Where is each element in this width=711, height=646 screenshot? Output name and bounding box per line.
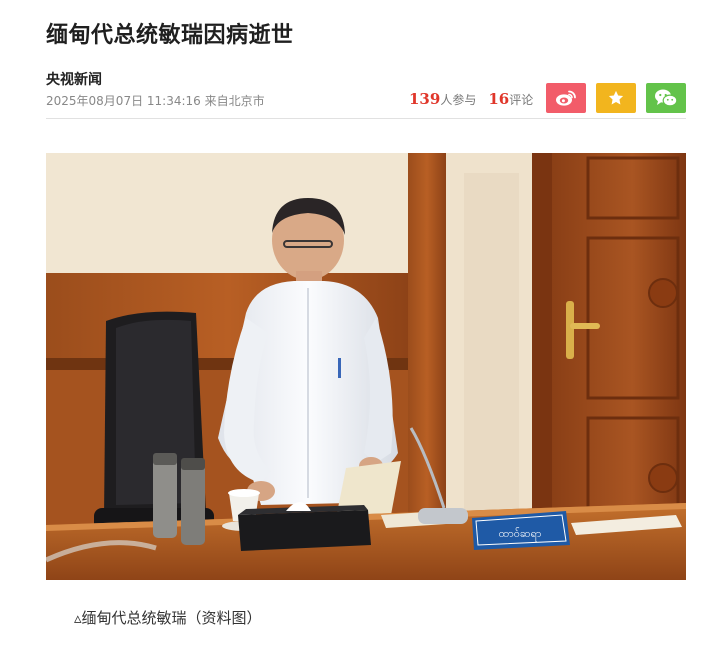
article-source[interactable]: 央视新闻: [46, 69, 102, 89]
share-wechat-button[interactable]: [646, 83, 686, 113]
photo-caption: ▵缅甸代总统敏瑞（资料图）: [74, 609, 262, 627]
photo-illustration: ထာဝ်ဆရာ: [46, 153, 686, 580]
article-stats: 139 人参与 16 评论: [409, 90, 533, 108]
header-divider: [46, 118, 686, 119]
wechat-icon: [655, 89, 678, 107]
participants-count[interactable]: 139: [409, 90, 440, 108]
star-icon: [608, 90, 624, 105]
share-weibo-button[interactable]: [546, 83, 586, 113]
nameplate-text: ထာဝ်ဆရာ: [499, 527, 542, 542]
article-datetime: 2025年08月07日 11:34:16 来自北京市: [46, 94, 265, 108]
comments-label[interactable]: 评论: [509, 91, 533, 108]
comments-count[interactable]: 16: [488, 90, 509, 108]
article-title: 缅甸代总统敏瑞因病逝世: [46, 23, 294, 48]
participants-label: 人参与: [440, 93, 477, 107]
weibo-icon: [556, 90, 576, 106]
favorite-button[interactable]: [596, 83, 636, 113]
article-photo[interactable]: ထာဝ်ဆရာ: [46, 153, 686, 580]
